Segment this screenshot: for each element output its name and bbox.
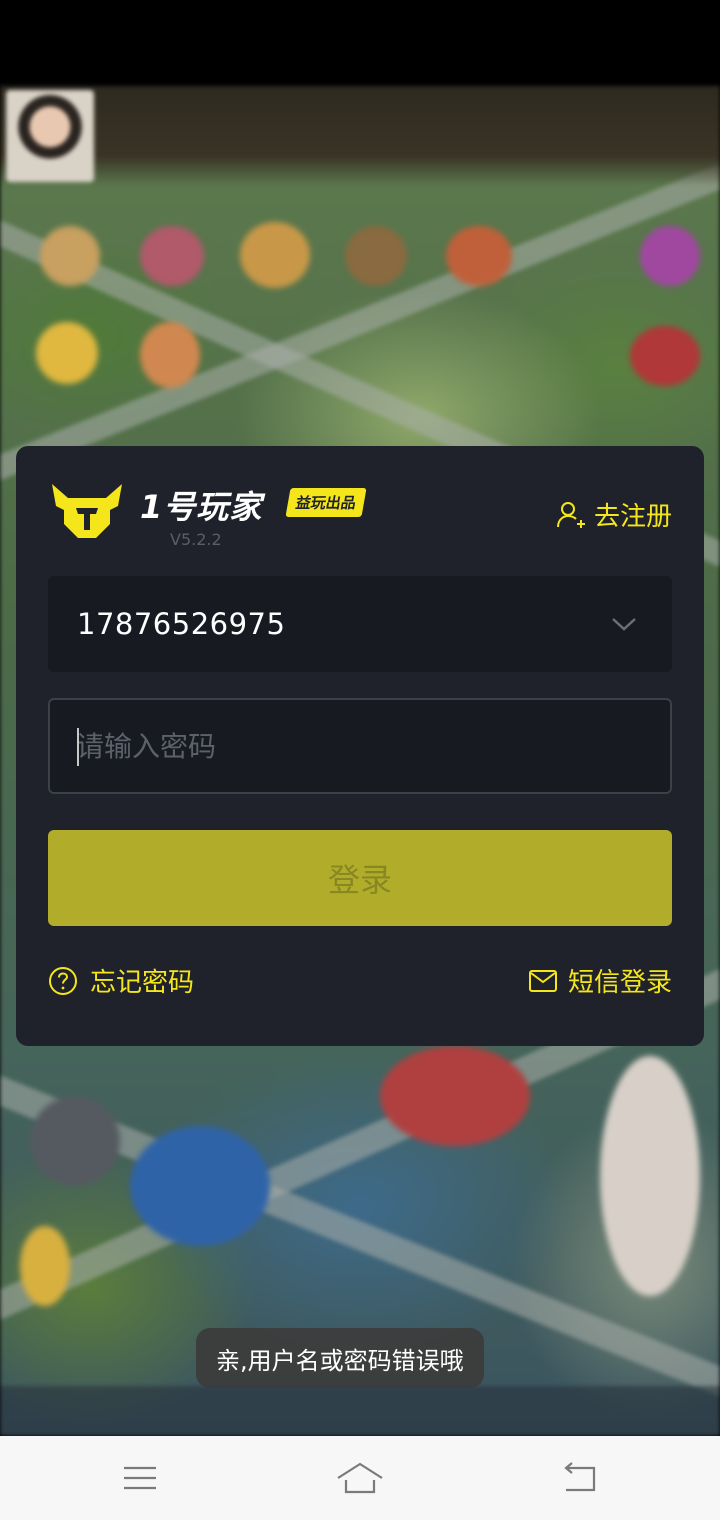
error-toast: 亲,用户名或密码错误哦 bbox=[196, 1328, 484, 1388]
chevron-down-icon[interactable] bbox=[610, 614, 638, 634]
brand-name: 1号玩家 bbox=[140, 488, 263, 526]
sms-login-link[interactable]: 短信登录 bbox=[528, 962, 672, 999]
system-navigation-bar bbox=[0, 1436, 720, 1520]
mail-icon bbox=[528, 969, 557, 992]
brand-logo: 1号玩家 益玩出品 V5.2.2 bbox=[48, 480, 388, 550]
helmet-logo-icon bbox=[52, 484, 122, 538]
password-field[interactable] bbox=[48, 698, 672, 794]
version-label: V5.2.2 bbox=[170, 530, 222, 549]
question-circle-icon bbox=[49, 966, 77, 995]
back-icon[interactable] bbox=[558, 1458, 602, 1498]
add-user-icon bbox=[556, 501, 585, 528]
forgot-password-label: 忘记密码 bbox=[90, 968, 195, 998]
register-label: 去注册 bbox=[593, 502, 672, 532]
home-icon[interactable] bbox=[336, 1458, 384, 1498]
text-cursor bbox=[77, 728, 79, 766]
login-button[interactable]: 登录 bbox=[48, 830, 672, 926]
game-avatar bbox=[6, 90, 94, 182]
sms-login-label: 短信登录 bbox=[567, 968, 672, 998]
account-field[interactable]: 17876526975 bbox=[48, 576, 672, 672]
account-value: 17876526975 bbox=[77, 607, 286, 641]
menu-icon[interactable] bbox=[118, 1458, 162, 1498]
register-link[interactable]: 去注册 bbox=[556, 496, 672, 533]
brand-badge: 益玩出品 bbox=[285, 488, 367, 517]
status-bar bbox=[0, 0, 720, 86]
forgot-password-link[interactable]: 忘记密码 bbox=[48, 962, 194, 999]
password-input[interactable] bbox=[76, 700, 646, 792]
login-dialog: 1号玩家 益玩出品 V5.2.2 去注册 17876526975 登录 忘记密码 bbox=[16, 446, 704, 1046]
